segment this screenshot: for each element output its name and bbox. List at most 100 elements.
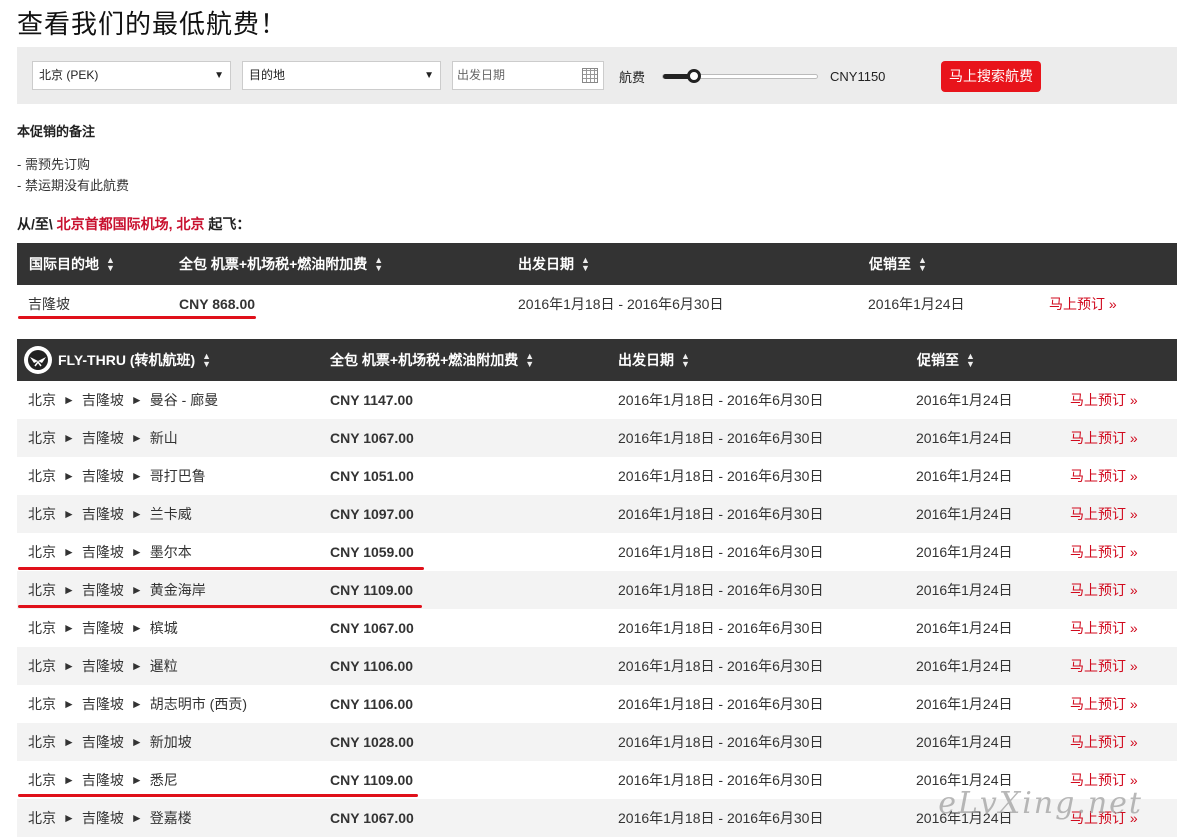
fare-slider[interactable]	[662, 69, 818, 83]
route-via: 吉隆坡	[81, 658, 124, 674]
book-now-link[interactable]: 马上预订 »	[1070, 381, 1138, 419]
destination-select[interactable]: 目的地 ▼	[242, 61, 441, 90]
route-cell: 北京 ► 吉隆坡 ► 墨尔本	[28, 533, 192, 571]
promo-until-cell: 2016年1月24日	[916, 658, 1013, 674]
flythru-table-header: FLY-THRU (转机航班) ▲ ▼ 全包 机票+机场税+燃油附加费 ▲ ▼ 出发日期…	[17, 339, 1177, 381]
route-origin: 北京	[28, 658, 56, 674]
route-cell: 北京 ► 吉隆坡 ► 黄金海岸	[28, 571, 206, 609]
route-arrow-icon: ►	[130, 507, 143, 521]
sort-icon[interactable]: ▲ ▼	[581, 256, 590, 273]
route-arrow-icon: ►	[130, 697, 143, 711]
route-destination: 曼谷 - 廊曼	[149, 392, 219, 408]
route-arrow-icon: ►	[130, 773, 143, 787]
sort-icon[interactable]: ▲ ▼	[525, 352, 534, 369]
route-destination: 墨尔本	[149, 544, 192, 560]
route-cell: 北京 ► 吉隆坡 ► 曼谷 - 廊曼	[28, 381, 218, 419]
search-fares-button[interactable]: 马上搜索航费	[941, 61, 1041, 92]
route-origin: 北京	[28, 506, 56, 522]
from-prefix: 从/至\	[17, 216, 57, 232]
flythru-logo-icon	[24, 346, 52, 374]
route-via: 吉隆坡	[81, 810, 124, 826]
promo-until-cell: 2016年1月24日	[916, 392, 1013, 408]
col-dates[interactable]: 出发日期 ▲ ▼	[618, 339, 690, 381]
table-row: 北京 ► 吉隆坡 ► 曼谷 - 廊曼 CNY 1147.00 2016年1月18日 - 20…	[17, 381, 1177, 419]
route-destination: 登嘉楼	[149, 810, 192, 826]
route-arrow-icon: ►	[63, 697, 75, 711]
highlight-underline	[18, 567, 424, 570]
route-destination: 槟城	[149, 620, 178, 636]
promo-until-cell: 2016年1月24日	[916, 696, 1013, 712]
price-cell: CNY 1051.00	[330, 468, 414, 484]
price-cell: CNY 1106.00	[330, 658, 414, 674]
book-now-link[interactable]: 马上预订 »	[1070, 647, 1138, 685]
route-cell: 北京 ► 吉隆坡 ► 新山	[28, 419, 178, 457]
book-now-link[interactable]: 马上预订 »	[1070, 457, 1138, 495]
col-price[interactable]: 全包 机票+机场税+燃油附加费 ▲ ▼	[330, 339, 534, 381]
promo-until-cell: 2016年1月24日	[916, 468, 1013, 484]
book-now-link[interactable]: 马上预订 »	[1070, 419, 1138, 457]
table-row: 北京 ► 吉隆坡 ► 新山 CNY 1067.00 2016年1月18日 - 2016年6月…	[17, 419, 1177, 457]
calendar-icon[interactable]	[582, 68, 598, 83]
book-now-link[interactable]: 马上预订 »	[1070, 685, 1138, 723]
departure-date-input[interactable]: 出发日期	[452, 61, 604, 90]
route-via: 吉隆坡	[81, 734, 124, 750]
book-now-link[interactable]: 马上预订 »	[1070, 533, 1138, 571]
sort-icon[interactable]: ▲ ▼	[374, 256, 383, 273]
highlight-underline	[18, 794, 418, 797]
dates-cell: 2016年1月18日 - 2016年6月30日	[618, 696, 824, 712]
route-arrow-icon: ►	[63, 583, 75, 597]
col-dates[interactable]: 出发日期 ▲ ▼	[518, 243, 590, 285]
route-cell: 北京 ► 吉隆坡 ► 哥打巴鲁	[28, 457, 206, 495]
note-item: - 禁运期没有此航费	[17, 178, 129, 193]
origin-select[interactable]: 北京 (PEK) ▼	[32, 61, 231, 90]
fare-label: 航费	[619, 70, 646, 85]
book-now-link[interactable]: 马上预订 »	[1070, 571, 1138, 609]
route-arrow-icon: ►	[63, 773, 75, 787]
price-cell: CNY 1106.00	[330, 696, 414, 712]
book-now-link[interactable]: 马上预订 »	[1049, 285, 1117, 323]
sort-icon[interactable]: ▲ ▼	[966, 352, 975, 369]
route-via: 吉隆坡	[81, 468, 124, 484]
price-cell: CNY 1059.00	[330, 544, 414, 560]
table-row: 北京 ► 吉隆坡 ► 兰卡威 CNY 1097.00 2016年1月18日 - 2016年6…	[17, 495, 1177, 533]
route-via: 吉隆坡	[81, 430, 124, 446]
route-arrow-icon: ►	[63, 393, 75, 407]
promo-until-cell: 2016年1月24日	[916, 620, 1013, 636]
col-promo-until[interactable]: 促销至 ▲ ▼	[869, 243, 927, 285]
sort-icon[interactable]: ▲ ▼	[681, 352, 690, 369]
book-now-link[interactable]: 马上预订 »	[1070, 723, 1138, 761]
book-now-link[interactable]: 马上预订 »	[1070, 609, 1138, 647]
price-cell: CNY 1028.00	[330, 734, 414, 750]
route-arrow-icon: ►	[130, 621, 143, 635]
route-via: 吉隆坡	[81, 620, 124, 636]
book-now-link[interactable]: 马上预订 »	[1070, 495, 1138, 533]
watermark: eLvXing.net	[938, 786, 1143, 821]
sort-icon[interactable]: ▲ ▼	[918, 256, 927, 273]
route-arrow-icon: ►	[130, 583, 143, 597]
table-row: 北京 ► 吉隆坡 ► 墨尔本 CNY 1059.00 2016年1月18日 - 2016年6…	[17, 533, 1177, 571]
from-suffix: 起飞：	[204, 216, 251, 232]
col-promo-until[interactable]: 促销至 ▲ ▼	[917, 339, 975, 381]
col-destination[interactable]: 国际目的地 ▲ ▼	[29, 243, 115, 285]
dates-cell: 2016年1月18日 - 2016年6月30日	[618, 392, 824, 408]
promo-until-cell: 2016年1月24日	[916, 582, 1013, 598]
col-flythru-route[interactable]: FLY-THRU (转机航班) ▲ ▼	[24, 339, 211, 381]
route-arrow-icon: ►	[130, 431, 143, 445]
sort-icon[interactable]: ▲ ▼	[202, 352, 211, 369]
route-arrow-icon: ►	[63, 621, 75, 635]
route-origin: 北京	[28, 544, 56, 560]
col-price[interactable]: 全包 机票+机场税+燃油附加费 ▲ ▼	[179, 243, 383, 285]
fare-slider-handle[interactable]	[686, 69, 701, 83]
route-arrow-icon: ►	[63, 469, 75, 483]
route-via: 吉隆坡	[81, 582, 124, 598]
route-destination: 兰卡威	[149, 506, 192, 522]
route-arrow-icon: ►	[63, 431, 75, 445]
dates-cell: 2016年1月18日 - 2016年6月30日	[618, 544, 824, 560]
sort-icon[interactable]: ▲ ▼	[106, 256, 115, 273]
price-cell: CNY 1109.00	[330, 582, 414, 598]
price-cell: CNY 1147.00	[330, 392, 414, 408]
departure-airport: 北京首都国际机场, 北京	[56, 216, 205, 232]
price-cell: CNY 1097.00	[330, 506, 414, 522]
destination-select-value: 目的地	[249, 68, 286, 82]
table-row: 北京 ► 吉隆坡 ► 暹粒 CNY 1106.00 2016年1月18日 - 2016年6月…	[17, 647, 1177, 685]
